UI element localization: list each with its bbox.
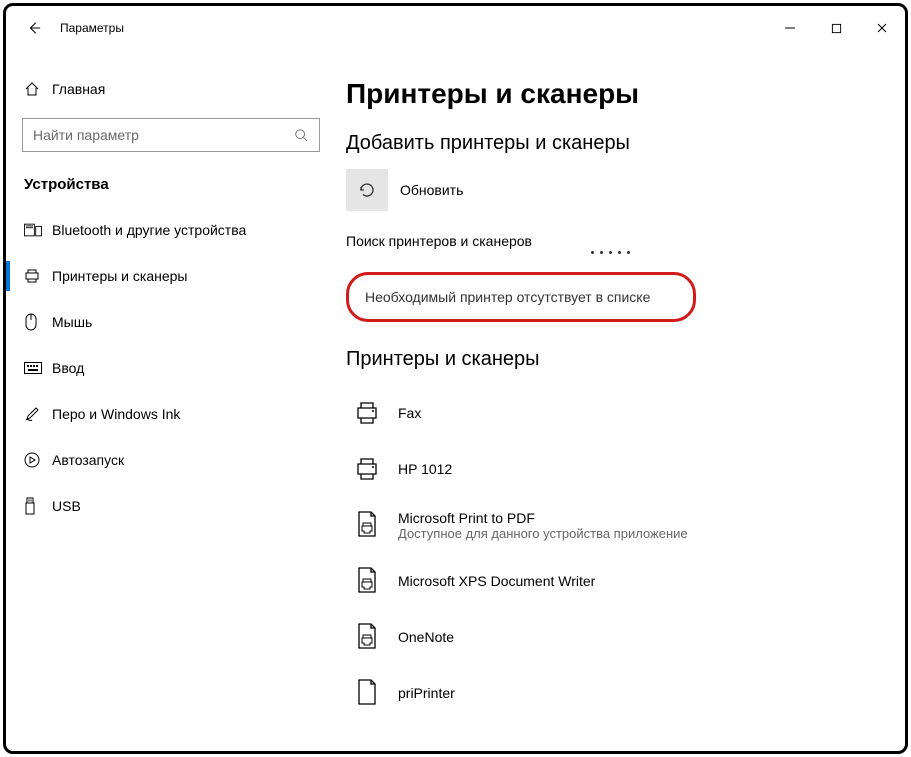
highlight-annotation: Необходимый принтер отсутствует в списке [346,272,696,322]
close-icon [876,22,888,34]
device-name: OneNote [398,629,454,645]
sidebar-item-printers[interactable]: Принтеры и сканеры [6,253,336,299]
document-printer-icon [346,616,388,658]
device-name: priPrinter [398,685,455,701]
minimize-button[interactable] [767,12,813,44]
page-title: Принтеры и сканеры [346,78,875,110]
sidebar-category: Устройства [6,170,336,207]
list-section-title: Принтеры и сканеры [346,348,875,371]
window-title: Параметры [60,21,124,35]
sidebar-item-label: Перо и Windows Ink [52,406,180,422]
mouse-icon [24,313,52,331]
sidebar-item-autoplay[interactable]: Автозапуск [6,437,336,483]
sidebar-item-label: USB [52,498,81,514]
titlebar: Параметры [6,6,905,50]
sidebar-home[interactable]: Главная [6,68,336,110]
window-controls [767,12,905,44]
sidebar-item-mouse[interactable]: Мышь [6,299,336,345]
printer-icon [346,392,388,434]
printer-icon [24,268,52,284]
autoplay-icon [24,452,52,468]
home-icon [24,81,52,97]
sidebar-item-label: Мышь [52,314,92,330]
progress-dots-icon [346,251,875,254]
printer-icon [346,448,388,490]
device-name: HP 1012 [398,461,452,477]
settings-window: Параметры Главная [3,3,908,754]
sidebar-item-typing[interactable]: Ввод [6,345,336,391]
document-printer-icon [346,504,388,546]
searching-text: Поиск принтеров и сканеров [346,233,875,249]
sidebar: Главная Устройства Bluetooth и другие ус… [6,50,336,751]
add-section-title: Добавить принтеры и сканеры [346,132,875,155]
main-content: Принтеры и сканеры Добавить принтеры и с… [336,50,905,751]
window-body: Главная Устройства Bluetooth и другие ус… [6,50,905,751]
sidebar-item-label: Принтеры и сканеры [52,268,187,284]
device-name: Microsoft XPS Document Writer [398,573,595,589]
sidebar-item-bluetooth[interactable]: Bluetooth и другие устройства [6,207,336,253]
device-row-xps[interactable]: Microsoft XPS Document Writer [346,553,875,609]
sidebar-item-usb[interactable]: USB [6,483,336,529]
device-row-priprinter[interactable]: priPrinter [346,665,875,721]
device-name: Fax [398,405,421,421]
back-arrow-icon [27,21,41,35]
back-button[interactable] [16,10,52,46]
refresh-icon [357,180,377,200]
sidebar-item-label: Bluetooth и другие устройства [52,222,246,238]
device-row-fax[interactable]: Fax [346,385,875,441]
device-sub: Доступное для данного устройства приложе… [398,526,688,541]
pen-icon [24,406,52,422]
refresh-label: Обновить [400,182,463,198]
refresh-button[interactable] [346,169,388,211]
minimize-icon [784,22,796,34]
sidebar-item-pen[interactable]: Перо и Windows Ink [6,391,336,437]
search-icon [291,128,311,142]
search-input[interactable] [31,126,291,144]
device-row-print-to-pdf[interactable]: Microsoft Print to PDF Доступное для дан… [346,497,875,553]
keyboard-icon [24,362,52,374]
devices-icon [24,223,52,237]
device-name: Microsoft Print to PDF [398,510,688,526]
sidebar-home-label: Главная [52,81,105,97]
usb-icon [24,497,52,515]
refresh-row: Обновить [346,169,875,211]
document-printer-icon [346,672,388,714]
printer-not-listed-link[interactable]: Необходимый принтер отсутствует в списке [365,289,677,305]
device-row-onenote[interactable]: OneNote [346,609,875,665]
search-box[interactable] [22,118,320,152]
sidebar-item-label: Автозапуск [52,452,124,468]
device-row-hp1012[interactable]: HP 1012 [346,441,875,497]
sidebar-item-label: Ввод [52,360,84,376]
maximize-button[interactable] [813,12,859,44]
document-printer-icon [346,560,388,602]
close-button[interactable] [859,12,905,44]
maximize-icon [831,23,842,34]
